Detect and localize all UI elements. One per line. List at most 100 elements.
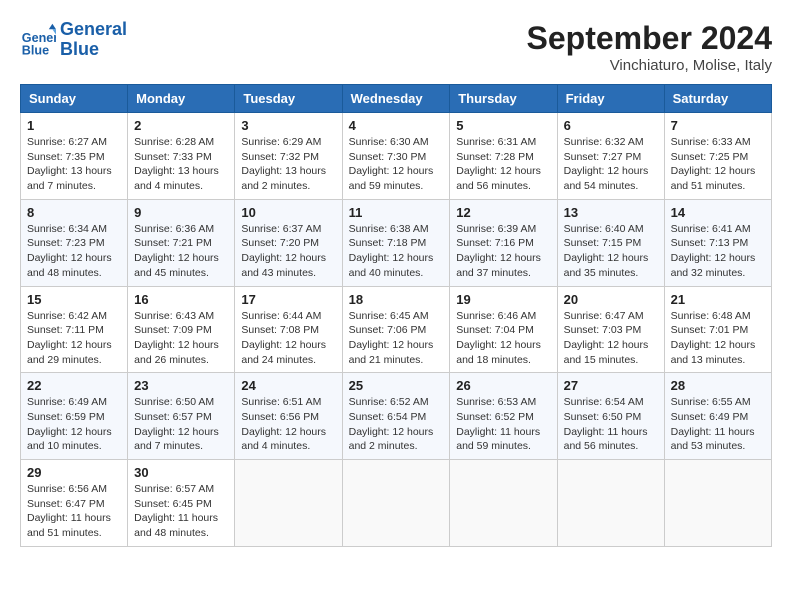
day-number: 14: [671, 205, 765, 220]
day-number: 21: [671, 292, 765, 307]
day-info: Sunrise: 6:31 AM Sunset: 7:28 PM Dayligh…: [456, 135, 550, 194]
calendar-cell: 16 Sunrise: 6:43 AM Sunset: 7:09 PM Dayli…: [128, 286, 235, 373]
day-info: Sunrise: 6:54 AM Sunset: 6:50 PM Dayligh…: [564, 395, 658, 454]
day-number: 24: [241, 378, 335, 393]
day-info: Sunrise: 6:44 AM Sunset: 7:08 PM Dayligh…: [241, 309, 335, 368]
day-info: Sunrise: 6:43 AM Sunset: 7:09 PM Dayligh…: [134, 309, 228, 368]
day-info: Sunrise: 6:28 AM Sunset: 7:33 PM Dayligh…: [134, 135, 228, 194]
calendar-table: SundayMondayTuesdayWednesdayThursdayFrid…: [20, 84, 772, 547]
day-number: 18: [349, 292, 444, 307]
calendar-cell: 6Sunrise: 6:32 AM Sunset: 7:27 PM Daylig…: [557, 113, 664, 200]
day-number: 2: [134, 118, 228, 133]
day-info: Sunrise: 6:27 AM Sunset: 7:35 PM Dayligh…: [27, 135, 121, 194]
calendar-cell: 12Sunrise: 6:39 AM Sunset: 7:16 PM Dayli…: [450, 199, 557, 286]
day-number: 19: [456, 292, 550, 307]
day-info: Sunrise: 6:42 AM Sunset: 7:11 PM Dayligh…: [27, 309, 121, 368]
day-info: Sunrise: 6:38 AM Sunset: 7:18 PM Dayligh…: [349, 222, 444, 281]
calendar-cell: 26 Sunrise: 6:53 AM Sunset: 6:52 PM Dayli…: [450, 373, 557, 460]
calendar-cell: 14Sunrise: 6:41 AM Sunset: 7:13 PM Dayli…: [664, 199, 771, 286]
calendar-cell: 3 Sunrise: 6:29 AM Sunset: 7:32 PM Daylig…: [235, 113, 342, 200]
day-number: 20: [564, 292, 658, 307]
calendar-week-4: 22 Sunrise: 6:49 AM Sunset: 6:59 PM Dayli…: [21, 373, 772, 460]
calendar-cell: 22 Sunrise: 6:49 AM Sunset: 6:59 PM Dayli…: [21, 373, 128, 460]
day-info: Sunrise: 6:29 AM Sunset: 7:32 PM Dayligh…: [241, 135, 335, 194]
day-number: 16: [134, 292, 228, 307]
calendar-cell: 21 Sunrise: 6:48 AM Sunset: 7:01 PM Dayli…: [664, 286, 771, 373]
day-number: 22: [27, 378, 121, 393]
day-info: Sunrise: 6:37 AM Sunset: 7:20 PM Dayligh…: [241, 222, 335, 281]
day-info: Sunrise: 6:48 AM Sunset: 7:01 PM Dayligh…: [671, 309, 765, 368]
calendar-cell: 9Sunrise: 6:36 AM Sunset: 7:21 PM Daylig…: [128, 199, 235, 286]
day-number: 8: [27, 205, 121, 220]
calendar-cell: [342, 460, 450, 547]
calendar-week-5: 29Sunrise: 6:56 AM Sunset: 6:47 PM Dayli…: [21, 460, 772, 547]
calendar-cell: 30 Sunrise: 6:57 AM Sunset: 6:45 PM Dayli…: [128, 460, 235, 547]
calendar-cell: 29Sunrise: 6:56 AM Sunset: 6:47 PM Dayli…: [21, 460, 128, 547]
day-info: Sunrise: 6:57 AM Sunset: 6:45 PM Dayligh…: [134, 482, 228, 541]
day-number: 10: [241, 205, 335, 220]
calendar-cell: 8 Sunrise: 6:34 AM Sunset: 7:23 PM Daylig…: [21, 199, 128, 286]
day-number: 23: [134, 378, 228, 393]
calendar-body: 1 Sunrise: 6:27 AM Sunset: 7:35 PM Daylig…: [21, 113, 772, 547]
weekday-header-thursday: Thursday: [450, 85, 557, 113]
calendar-cell: 18 Sunrise: 6:45 AM Sunset: 7:06 PM Dayli…: [342, 286, 450, 373]
day-number: 13: [564, 205, 658, 220]
month-title: September 2024: [527, 20, 772, 57]
day-number: 25: [349, 378, 444, 393]
day-info: Sunrise: 6:33 AM Sunset: 7:25 PM Dayligh…: [671, 135, 765, 194]
day-info: Sunrise: 6:46 AM Sunset: 7:04 PM Dayligh…: [456, 309, 550, 368]
calendar-week-2: 8 Sunrise: 6:34 AM Sunset: 7:23 PM Daylig…: [21, 199, 772, 286]
calendar-cell: 10 Sunrise: 6:37 AM Sunset: 7:20 PM Dayli…: [235, 199, 342, 286]
weekday-header-tuesday: Tuesday: [235, 85, 342, 113]
weekday-header-monday: Monday: [128, 85, 235, 113]
calendar-cell: 5 Sunrise: 6:31 AM Sunset: 7:28 PM Daylig…: [450, 113, 557, 200]
calendar-week-3: 15 Sunrise: 6:42 AM Sunset: 7:11 PM Dayli…: [21, 286, 772, 373]
day-number: 3: [241, 118, 335, 133]
day-info: Sunrise: 6:49 AM Sunset: 6:59 PM Dayligh…: [27, 395, 121, 454]
day-info: Sunrise: 6:51 AM Sunset: 6:56 PM Dayligh…: [241, 395, 335, 454]
day-number: 28: [671, 378, 765, 393]
day-number: 30: [134, 465, 228, 480]
day-number: 27: [564, 378, 658, 393]
weekday-header-wednesday: Wednesday: [342, 85, 450, 113]
day-number: 1: [27, 118, 121, 133]
calendar-cell: [664, 460, 771, 547]
logo: General Blue General Blue: [20, 20, 127, 60]
calendar-cell: [557, 460, 664, 547]
page-header: General Blue General Blue September 2024…: [20, 20, 772, 74]
calendar-cell: 4Sunrise: 6:30 AM Sunset: 7:30 PM Daylig…: [342, 113, 450, 200]
day-info: Sunrise: 6:56 AM Sunset: 6:47 PM Dayligh…: [27, 482, 121, 541]
day-number: 9: [134, 205, 228, 220]
calendar-cell: 1 Sunrise: 6:27 AM Sunset: 7:35 PM Daylig…: [21, 113, 128, 200]
day-info: Sunrise: 6:34 AM Sunset: 7:23 PM Dayligh…: [27, 222, 121, 281]
location: Vinchiaturo, Molise, Italy: [527, 57, 772, 74]
day-info: Sunrise: 6:55 AM Sunset: 6:49 PM Dayligh…: [671, 395, 765, 454]
calendar-cell: [450, 460, 557, 547]
day-info: Sunrise: 6:47 AM Sunset: 7:03 PM Dayligh…: [564, 309, 658, 368]
calendar-cell: 7 Sunrise: 6:33 AM Sunset: 7:25 PM Daylig…: [664, 113, 771, 200]
calendar-cell: 27 Sunrise: 6:54 AM Sunset: 6:50 PM Dayli…: [557, 373, 664, 460]
calendar-cell: 20 Sunrise: 6:47 AM Sunset: 7:03 PM Dayli…: [557, 286, 664, 373]
calendar-header-row: SundayMondayTuesdayWednesdayThursdayFrid…: [21, 85, 772, 113]
day-number: 12: [456, 205, 550, 220]
day-info: Sunrise: 6:32 AM Sunset: 7:27 PM Dayligh…: [564, 135, 658, 194]
calendar-cell: 2 Sunrise: 6:28 AM Sunset: 7:33 PM Daylig…: [128, 113, 235, 200]
day-info: Sunrise: 6:52 AM Sunset: 6:54 PM Dayligh…: [349, 395, 444, 454]
day-number: 11: [349, 205, 444, 220]
day-number: 7: [671, 118, 765, 133]
calendar-cell: 28 Sunrise: 6:55 AM Sunset: 6:49 PM Dayli…: [664, 373, 771, 460]
calendar-cell: 24 Sunrise: 6:51 AM Sunset: 6:56 PM Dayli…: [235, 373, 342, 460]
calendar-cell: 15 Sunrise: 6:42 AM Sunset: 7:11 PM Dayli…: [21, 286, 128, 373]
day-number: 15: [27, 292, 121, 307]
weekday-header-saturday: Saturday: [664, 85, 771, 113]
logo-text: General Blue: [60, 20, 127, 60]
calendar-cell: 17Sunrise: 6:44 AM Sunset: 7:08 PM Dayli…: [235, 286, 342, 373]
svg-text:Blue: Blue: [22, 43, 49, 57]
weekday-header-sunday: Sunday: [21, 85, 128, 113]
calendar-cell: [235, 460, 342, 547]
day-info: Sunrise: 6:53 AM Sunset: 6:52 PM Dayligh…: [456, 395, 550, 454]
logo-icon: General Blue: [20, 22, 56, 58]
day-number: 26: [456, 378, 550, 393]
day-info: Sunrise: 6:45 AM Sunset: 7:06 PM Dayligh…: [349, 309, 444, 368]
day-number: 5: [456, 118, 550, 133]
